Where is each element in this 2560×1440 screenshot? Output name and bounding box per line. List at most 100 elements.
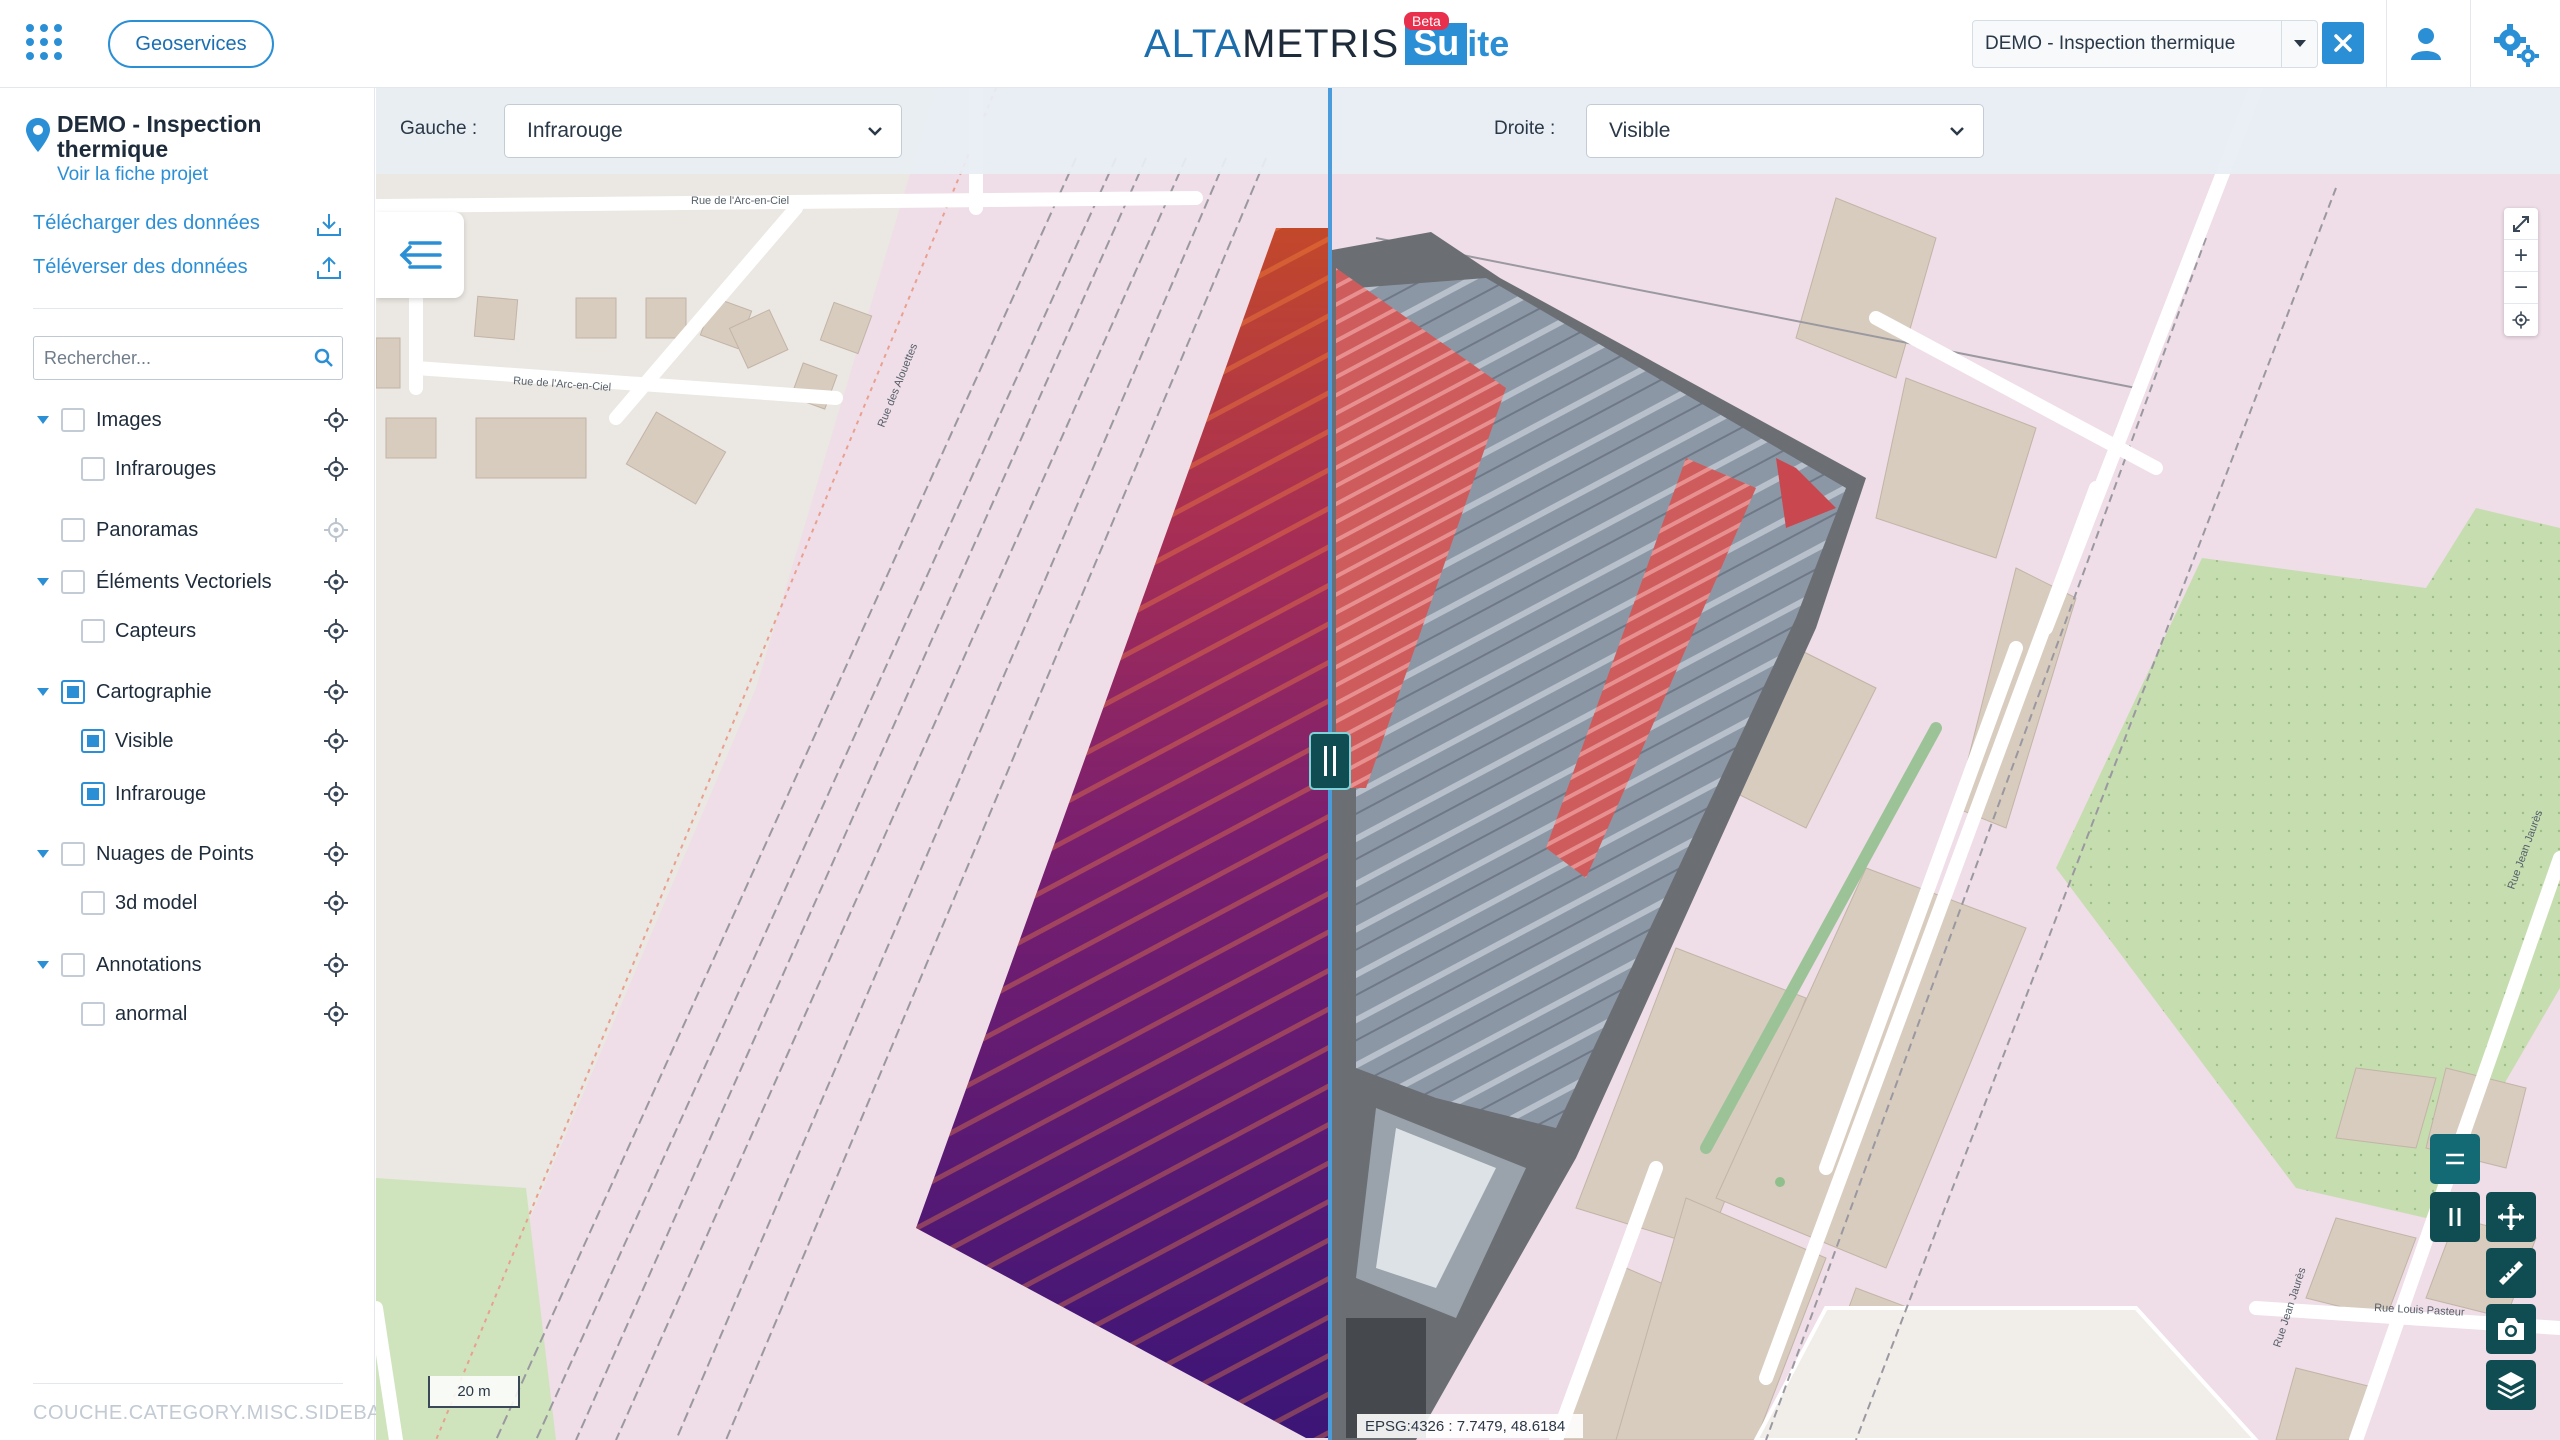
layers-icon <box>2497 1372 2525 1400</box>
layer-label: anormal <box>115 1002 188 1025</box>
equals-icon <box>2446 1153 2464 1165</box>
layer-row-anormal: anormal <box>0 994 375 1034</box>
right-layer-value: Visible <box>1609 119 1671 142</box>
locate-target-icon[interactable] <box>322 780 350 808</box>
layer-checkbox[interactable] <box>81 1002 105 1026</box>
locate-target-icon[interactable] <box>322 568 350 596</box>
caret-down-icon[interactable] <box>36 847 50 861</box>
download-icon[interactable] <box>314 210 344 240</box>
scale-bar: 20 m <box>428 1376 520 1408</box>
layer-checkbox[interactable] <box>81 729 105 753</box>
caret-down-icon[interactable] <box>36 575 50 589</box>
layer-row-annotations: Annotations <box>0 945 375 985</box>
swipe-handle[interactable] <box>1309 732 1351 790</box>
left-layer-select[interactable]: Infrarouge <box>504 104 902 158</box>
layer-row-infrarouge: Infrarouge <box>0 774 375 814</box>
layer-label: Infrarouges <box>115 457 217 480</box>
layer-checkbox[interactable] <box>61 842 85 866</box>
upload-icon[interactable] <box>314 253 344 283</box>
apps-grid-icon[interactable] <box>24 22 64 62</box>
layer-row-capteurs: Capteurs <box>0 611 375 651</box>
header-divider <box>2470 0 2471 88</box>
settings-gears-icon[interactable] <box>2490 18 2540 68</box>
top-header: Geoservices ALTA METRIS Su ite Beta DEMO… <box>0 0 2560 88</box>
geoservices-button[interactable]: Geoservices <box>108 20 274 68</box>
chevron-down-icon <box>868 127 882 136</box>
download-data-link[interactable]: Télécharger des données <box>33 212 260 235</box>
layer-checkbox[interactable] <box>61 570 85 594</box>
screenshot-button[interactable] <box>2486 1304 2536 1354</box>
layer-label: Capteurs <box>115 619 197 642</box>
layer-row-3d-model: 3d model <box>0 883 375 923</box>
sidebar-divider <box>33 308 343 309</box>
move-icon <box>2498 1204 2524 1230</box>
altametris-logo: ALTA METRIS Su ite <box>1144 21 1510 66</box>
layer-checkbox[interactable] <box>81 891 105 915</box>
layers-button[interactable] <box>2486 1360 2536 1410</box>
layer-checkbox[interactable] <box>61 518 85 542</box>
close-icon <box>2334 34 2352 52</box>
left-layer-label: Gauche : <box>400 118 478 139</box>
zoom-out-button[interactable]: − <box>2504 272 2538 304</box>
fullscreen-icon <box>2513 215 2529 232</box>
compare-mode-button[interactable] <box>2430 1134 2480 1184</box>
camera-icon <box>2498 1318 2524 1340</box>
project-select-value: DEMO - Inspection thermique <box>1985 33 2236 54</box>
coordinates-readout: EPSG:4326 : 7.7479, 48.6184 <box>1357 1414 1583 1438</box>
zoom-controls: + − <box>2504 208 2538 336</box>
locate-target-icon[interactable] <box>322 455 350 483</box>
street-label: Rue de l'Arc-en-Ciel <box>691 195 789 207</box>
search-input[interactable] <box>34 338 306 378</box>
project-sheet-link[interactable]: Voir la fiche projet <box>57 164 208 186</box>
clear-project-button[interactable] <box>2322 22 2364 64</box>
layer-checkbox[interactable] <box>81 782 105 806</box>
locate-target-icon[interactable] <box>322 516 350 544</box>
locate-button[interactable] <box>2504 304 2538 336</box>
chevron-down-icon <box>1950 127 1964 136</box>
caret-down-icon[interactable] <box>36 958 50 972</box>
right-layer-select[interactable]: Visible <box>1586 104 1984 158</box>
left-layer-value: Infrarouge <box>527 119 623 142</box>
move-tool-button[interactable] <box>2486 1192 2536 1242</box>
map-viewport[interactable]: Rue de l'Arc-en-Ciel Rue de l'Arc-en-Cie… <box>376 88 2560 1440</box>
search-icon[interactable] <box>306 338 342 378</box>
right-layer-label: Droite : <box>1494 118 1556 139</box>
upload-data-link[interactable]: Téléverser des données <box>33 256 248 279</box>
zoom-in-button[interactable]: + <box>2504 240 2538 272</box>
layer-row-cartographie: Cartographie <box>0 672 375 712</box>
layer-checkbox[interactable] <box>61 408 85 432</box>
layer-label: Nuages de Points <box>96 842 254 865</box>
project-title: DEMO - Inspection thermique <box>57 111 262 162</box>
swipe-mode-button[interactable] <box>2430 1192 2480 1242</box>
collapse-panel-button[interactable] <box>376 212 464 298</box>
layer-checkbox[interactable] <box>81 457 105 481</box>
user-icon[interactable] <box>2406 24 2446 64</box>
locate-target-icon[interactable] <box>322 951 350 979</box>
locate-target-icon[interactable] <box>322 727 350 755</box>
layer-label: 3d model <box>115 891 198 914</box>
caret-down-icon[interactable] <box>36 685 50 699</box>
project-select[interactable]: DEMO - Inspection thermique <box>1972 20 2318 68</box>
layer-checkbox[interactable] <box>61 953 85 977</box>
layer-label: Cartographie <box>96 680 212 703</box>
fullscreen-button[interactable] <box>2504 208 2538 240</box>
layer-checkbox[interactable] <box>81 619 105 643</box>
measure-tool-button[interactable] <box>2486 1248 2536 1298</box>
swipe-compare-bar: Gauche : Infrarouge Droite : Visible <box>376 88 2560 174</box>
layer-search <box>33 336 343 380</box>
menu-collapse-icon <box>399 241 442 269</box>
layer-row-panoramas: Panoramas <box>0 510 375 550</box>
sidebar-footer-label: COUCHE.CATEGORY.MISC.SIDEBAR <box>33 1402 396 1424</box>
locate-target-icon[interactable] <box>322 889 350 917</box>
layer-checkbox[interactable] <box>61 680 85 704</box>
layer-label: Infrarouge <box>115 782 207 805</box>
locate-target-icon[interactable] <box>322 406 350 434</box>
layer-label: Images <box>96 408 162 431</box>
caret-down-icon[interactable] <box>2281 21 2317 67</box>
locate-target-icon[interactable] <box>322 840 350 868</box>
locate-target-icon[interactable] <box>322 617 350 645</box>
locate-target-icon[interactable] <box>322 678 350 706</box>
ruler-icon <box>2499 1261 2523 1285</box>
locate-target-icon[interactable] <box>322 1000 350 1028</box>
caret-down-icon[interactable] <box>36 413 50 427</box>
